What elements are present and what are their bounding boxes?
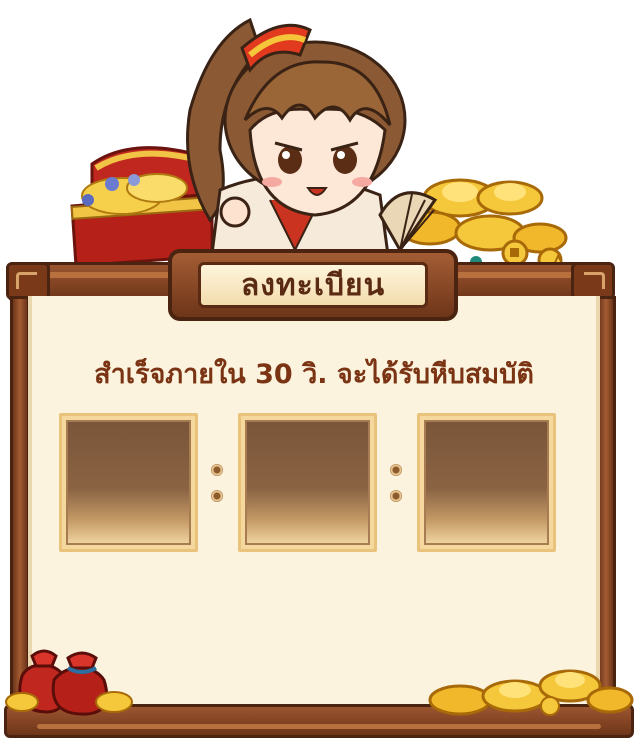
reward-headline: สำเร็จภายใน 30 วิ. จะได้รับหีบสมบัติ	[94, 359, 534, 390]
reward-slot-1[interactable]	[59, 413, 198, 552]
slot-connector-dot-icon	[211, 490, 223, 502]
frame-corner-top-right	[571, 262, 615, 300]
reward-slot-2[interactable]	[238, 413, 377, 552]
red-money-bag-icon	[5, 649, 133, 716]
register-dialog: ลงทะเบียน สำเร็จภายใน 30 วิ. จะได้รับหีบ…	[0, 0, 638, 751]
slot-connector-dot-icon	[390, 464, 402, 476]
slot-connector-dot-icon	[390, 490, 402, 502]
slot-connector-dot-icon	[211, 464, 223, 476]
reward-slot-3[interactable]	[417, 413, 556, 552]
title-plaque: ลงทะเบียน	[168, 249, 458, 321]
character-girl-with-fan-icon	[186, 17, 438, 270]
gold-ingot-pile-icon	[428, 669, 634, 716]
frame-corner-top-left	[6, 262, 50, 300]
dialog-title: ลงทะเบียน	[240, 267, 386, 303]
